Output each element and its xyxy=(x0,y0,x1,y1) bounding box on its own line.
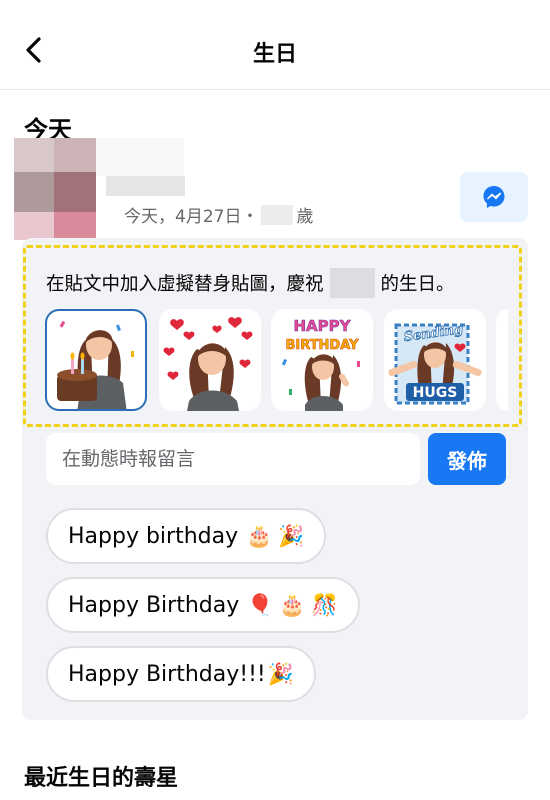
birthday-date: 今天，4月27日・ xyxy=(124,207,259,227)
quick-reply-1[interactable]: Happy birthday 🎂 🎉 xyxy=(46,508,327,564)
messenger-button[interactable] xyxy=(460,172,528,222)
age-redaction xyxy=(261,204,294,225)
name-redaction-top xyxy=(96,138,184,176)
quick-reply-text: Happy birthday xyxy=(68,523,239,549)
avatar-hearts-icon xyxy=(163,317,253,411)
sticker-cake[interactable] xyxy=(45,309,147,411)
top-bar: 生日 xyxy=(0,0,550,90)
prompt-text-start: 在貼文中加入虛擬替身貼圖，慶祝 xyxy=(46,274,324,295)
avatar[interactable] xyxy=(14,138,96,240)
svg-text:HAPPY: HAPPY xyxy=(293,317,351,335)
avatar-sending-hugs-icon: Sending HUGS xyxy=(388,322,482,405)
name-redaction-inline xyxy=(329,268,375,298)
age-suffix: 歲 xyxy=(296,207,314,227)
quick-reply-emoji: 🎈 🎂 🎊 xyxy=(247,593,337,618)
sticker-happy-birthday[interactable]: HAPPY BIRTHDAY xyxy=(271,309,373,411)
recent-birthdays-heading: 最近生日的壽星 xyxy=(24,766,179,791)
confetti-ball-icon: 🎊 xyxy=(311,592,338,617)
party-popper-icon: 🎉 xyxy=(278,523,305,548)
sticker-more[interactable] xyxy=(496,309,508,411)
quick-reply-emoji: 🎉 xyxy=(268,662,294,687)
timeline-comment-input[interactable] xyxy=(46,433,420,485)
name-redaction xyxy=(106,176,185,196)
sticker-hearts[interactable] xyxy=(159,309,261,411)
sticker-sending-hugs[interactable]: Sending HUGS xyxy=(384,309,486,411)
quick-reply-2[interactable]: Happy Birthday 🎈 🎂 🎊 xyxy=(46,577,360,633)
post-button[interactable]: 發佈 xyxy=(428,433,506,485)
avatar-cake-icon xyxy=(57,320,134,409)
birthday-cake-icon: 🎂 xyxy=(279,592,306,617)
avatar-sticker-prompt: 在貼文中加入虛擬替身貼圖，慶祝 的生日。 xyxy=(46,268,455,298)
avatar-happy-birthday-icon: HAPPY BIRTHDAY xyxy=(281,317,360,411)
svg-text:HUGS: HUGS xyxy=(413,385,458,401)
quick-reply-emoji: 🎂 🎉 xyxy=(246,524,304,549)
birthday-cake-icon: 🎂 xyxy=(246,523,273,548)
page-title: 生日 xyxy=(252,42,297,67)
party-popper-icon: 🎉 xyxy=(267,661,294,686)
quick-reply-3[interactable]: Happy Birthday!!! 🎉 xyxy=(46,646,316,702)
prompt-text-end: 的生日。 xyxy=(380,274,455,295)
balloon-icon: 🎈 xyxy=(247,592,274,617)
quick-reply-text: Happy Birthday!!! xyxy=(68,661,266,687)
quick-reply-text: Happy Birthday xyxy=(68,592,240,618)
svg-text:BIRTHDAY: BIRTHDAY xyxy=(286,338,360,353)
messenger-icon xyxy=(483,186,505,208)
birthday-date-line: 今天，4月27日・ 歲 xyxy=(124,202,313,227)
